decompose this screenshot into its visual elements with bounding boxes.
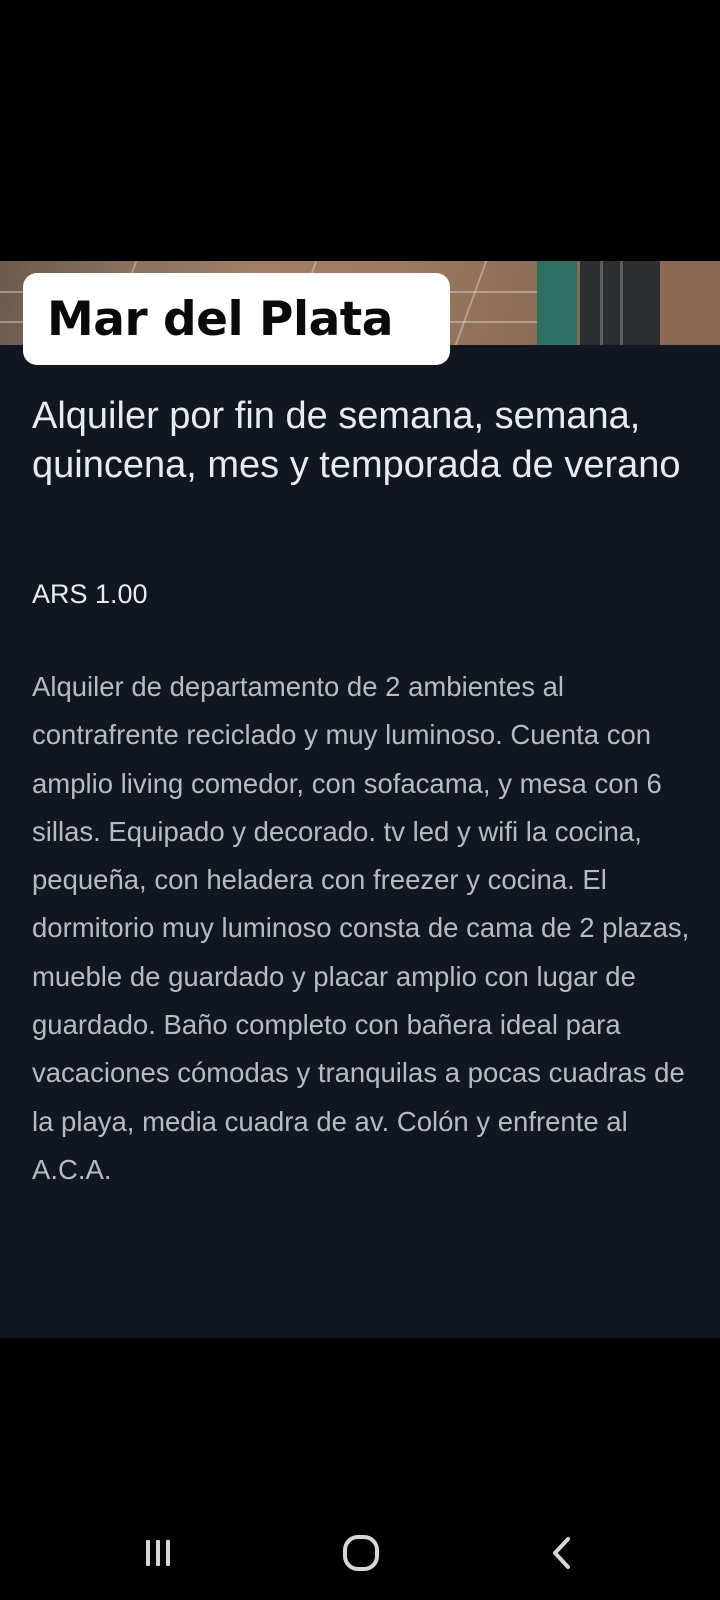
photo-frame-line xyxy=(600,261,603,345)
back-icon xyxy=(553,1537,570,1569)
recent-apps-button[interactable] xyxy=(118,1525,198,1581)
photo-teal-panel xyxy=(537,261,577,345)
top-blank-area xyxy=(0,0,720,261)
listing-description: Alquiler de departamento de 2 ambientes … xyxy=(32,671,690,1185)
back-button[interactable] xyxy=(522,1525,602,1581)
photo-tile-line xyxy=(454,261,488,345)
location-label: Mar del Plata xyxy=(47,291,393,347)
photo-right-tiles xyxy=(660,261,720,345)
recent-apps-icon xyxy=(146,1540,170,1566)
home-button[interactable] xyxy=(321,1525,401,1581)
listing-title: Alquiler por fin de semana, semana, quin… xyxy=(32,395,681,486)
photo-frame-line xyxy=(620,261,623,345)
listing-price: ARS 1.00 xyxy=(32,579,148,609)
home-icon xyxy=(343,1535,379,1571)
location-badge: Mar del Plata xyxy=(23,273,450,365)
